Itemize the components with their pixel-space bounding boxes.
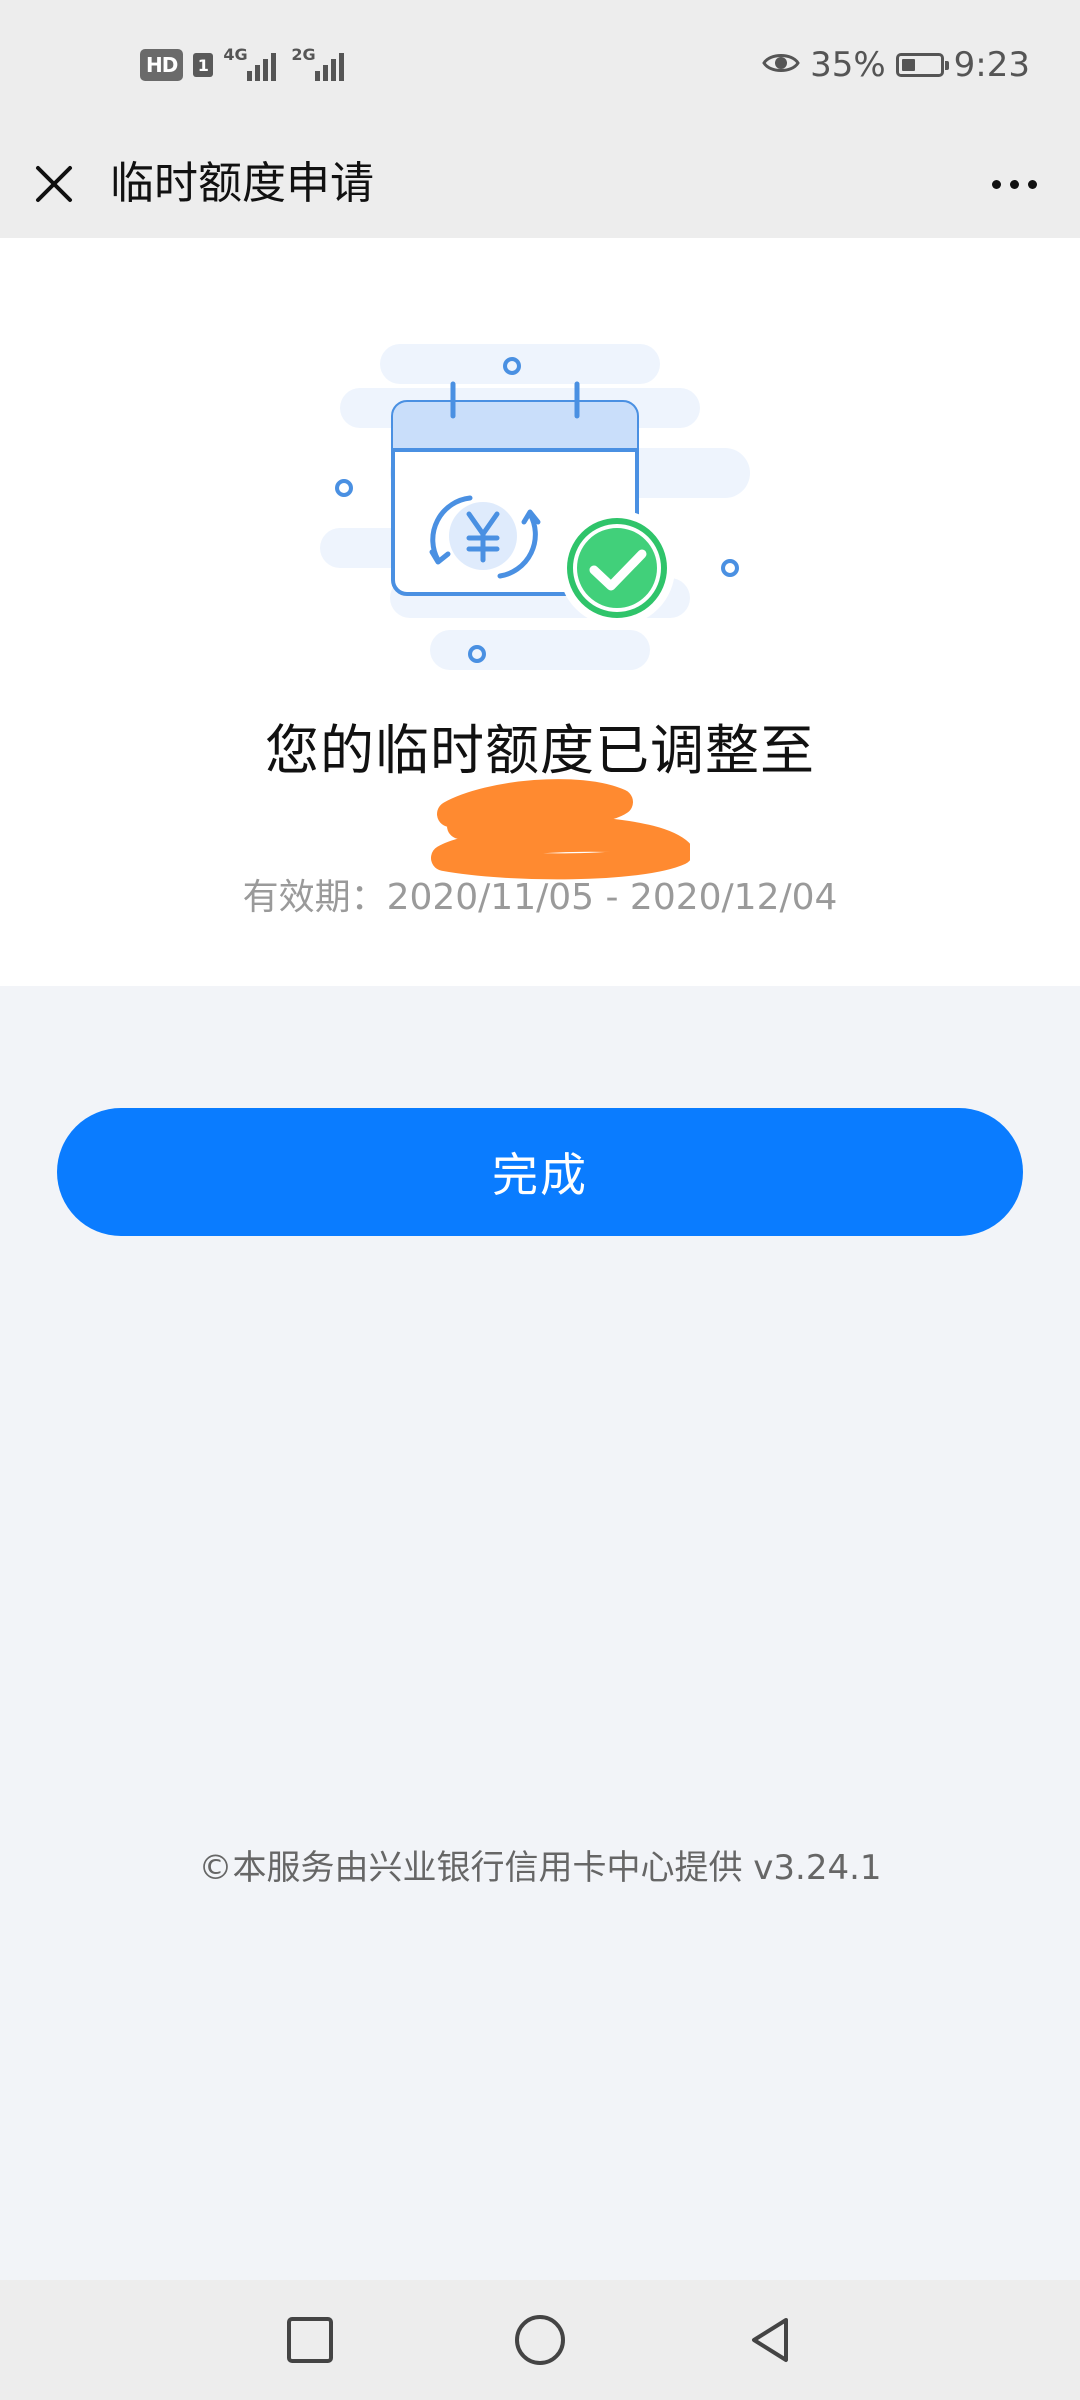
footer-text: ©本服务由兴业银行信用卡中心提供 v3.24.1: [198, 1848, 882, 1888]
home-button[interactable]: [500, 2300, 580, 2380]
more-icon: [991, 179, 1001, 189]
hd-badge: HD: [140, 49, 184, 81]
calendar-yen-check-illustration: [320, 338, 760, 678]
status-right: 35% 9:23: [762, 38, 1030, 92]
status-left: HD 1 4G 2G: [140, 40, 349, 90]
validity-period: 有效期：2020/11/05 - 2020/12/04: [242, 877, 838, 918]
battery-icon: [895, 53, 949, 77]
close-button[interactable]: [18, 148, 90, 220]
page-title: 临时额度申请: [110, 158, 374, 209]
battery-percent: 35%: [810, 45, 886, 85]
eye-icon: [762, 45, 800, 85]
sim-badge: 1: [193, 53, 214, 77]
home-circle-icon: [515, 2315, 565, 2365]
battery-fill: [901, 59, 915, 71]
status-bar: HD 1 4G 2G 35% 9:23: [0, 0, 1080, 130]
back-button[interactable]: [730, 2300, 810, 2380]
network-type-1: 4G: [223, 45, 248, 64]
signal-icon: 2G: [291, 45, 349, 85]
network-type-2: 2G: [291, 45, 316, 64]
navigation-bar: [0, 2280, 1080, 2400]
result-card: 您的临时额度已调整至 有效期：2020/11/05 - 2020/12/04: [0, 238, 1080, 986]
status-time: 9:23: [953, 45, 1030, 85]
back-triangle-icon: [752, 2318, 788, 2362]
recents-square-icon: [287, 2317, 333, 2363]
more-button[interactable]: [978, 148, 1050, 220]
close-icon: [36, 166, 72, 202]
title-bar: 临时额度申请: [0, 130, 1080, 238]
recents-button[interactable]: [270, 2300, 350, 2380]
signal-icon: 4G: [223, 45, 281, 85]
done-button[interactable]: 完成: [57, 1108, 1023, 1236]
